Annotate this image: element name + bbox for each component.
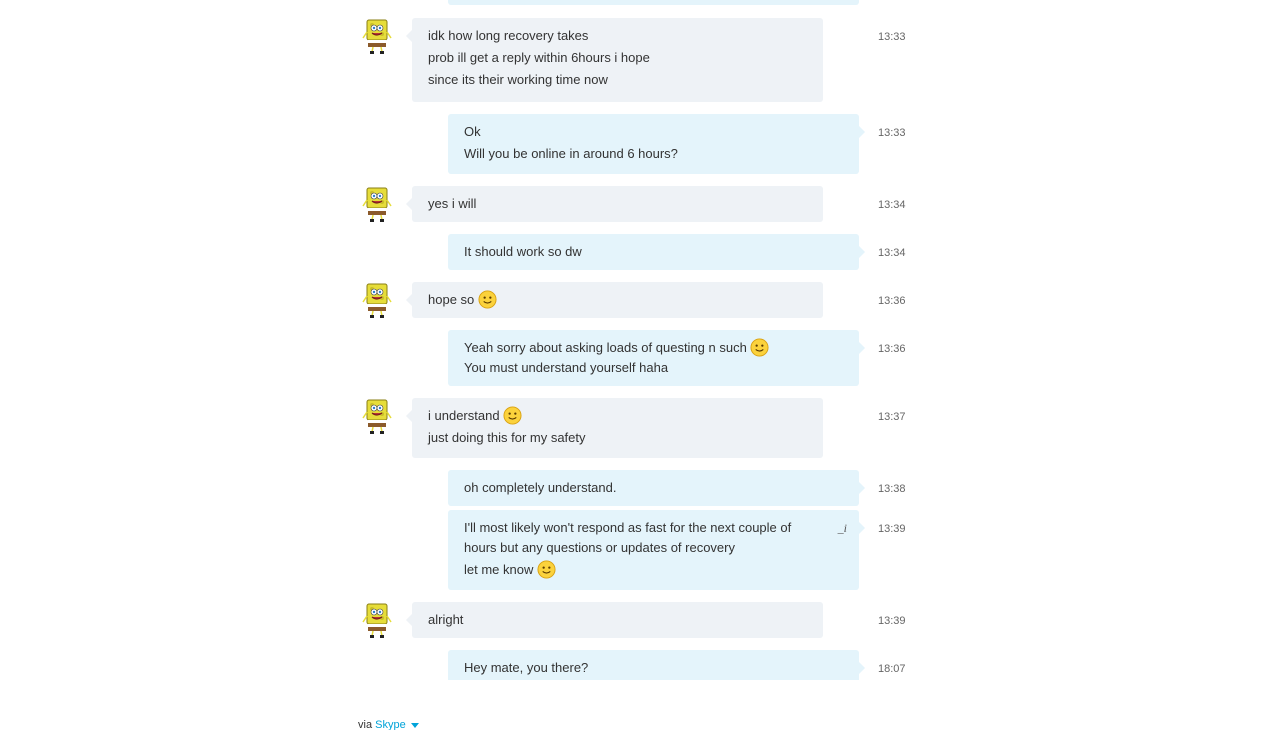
- message-timestamp: 13:33: [878, 31, 906, 43]
- message-text: just doing this for my safety: [428, 430, 586, 445]
- message-line: i understand: [428, 406, 807, 426]
- message-text: alright: [428, 612, 464, 627]
- message-bubble-outgoing: It should work so dw: [448, 234, 865, 270]
- spongebob-avatar[interactable]: [362, 282, 392, 318]
- via-footer: via Skype: [358, 718, 419, 730]
- message-text: yes i will: [428, 196, 477, 211]
- skype-link[interactable]: Skype: [375, 719, 406, 730]
- spongebob-avatar[interactable]: [362, 18, 392, 54]
- chat-window: idk how long recovery takes prob ill get…: [0, 0, 1272, 730]
- message-timestamp: 13:36: [878, 295, 906, 307]
- message-bubble-incoming: yes i will: [406, 186, 823, 222]
- message-timestamp: 13:37: [878, 411, 906, 423]
- message-timestamp: 13:34: [878, 199, 906, 211]
- message-timestamp: 13:39: [878, 615, 906, 627]
- message-text: Ok: [464, 124, 481, 139]
- message-text: idk how long recovery takes: [428, 28, 589, 43]
- spongebob-avatar[interactable]: [362, 398, 392, 434]
- message-text: Yeah sorry about asking loads of questin…: [464, 340, 747, 355]
- conversation-history: idk how long recovery takes prob ill get…: [0, 0, 1272, 680]
- chevron-down-icon[interactable]: [410, 722, 419, 728]
- message-line: Yeah sorry about asking loads of questin…: [464, 338, 843, 358]
- message-bubble-outgoing: Yeah sorry about asking loads of questin…: [448, 330, 865, 386]
- message-text: I'll most likely won't respond as fast f…: [464, 520, 792, 555]
- message-text: let me know: [464, 562, 534, 577]
- smile-emoji-icon: [503, 406, 522, 425]
- spongebob-avatar[interactable]: [362, 186, 392, 222]
- message-text: oh completely understand.: [464, 480, 617, 495]
- message-bubble-incoming: alright: [406, 602, 823, 638]
- spongebob-avatar[interactable]: [362, 602, 392, 638]
- edited-pencil-icon[interactable]: _i: [838, 518, 847, 538]
- message-bubble-incoming: i understand just doing this for my safe…: [406, 398, 823, 458]
- message-timestamp: 13:39: [878, 523, 906, 535]
- message-bubble-outgoing-partial: [448, 0, 859, 5]
- message-text: hope so: [428, 292, 475, 307]
- message-text: i understand: [428, 408, 500, 423]
- message-text: since its their working time now: [428, 72, 608, 87]
- message-bubble-outgoing: oh completely understand.: [448, 470, 865, 506]
- message-bubble-outgoing: Hey mate, you there?: [448, 650, 865, 680]
- message-bubble-incoming: hope so: [406, 282, 823, 318]
- message-timestamp: 18:07: [878, 663, 906, 675]
- message-timestamp: 13:33: [878, 127, 906, 139]
- smile-emoji-icon: [478, 290, 497, 309]
- smile-emoji-icon: [537, 560, 556, 579]
- message-line: let me know: [464, 560, 819, 580]
- message-text: prob ill get a reply within 6hours i hop…: [428, 50, 650, 65]
- message-text: You must understand yourself haha: [464, 360, 669, 375]
- message-timestamp: 13:36: [878, 343, 906, 355]
- message-timestamp: 13:34: [878, 247, 906, 259]
- via-label: via: [358, 719, 373, 730]
- message-text: It should work so dw: [464, 244, 582, 259]
- message-bubble-outgoing: I'll most likely won't respond as fast f…: [448, 510, 865, 590]
- message-text: Will you be online in around 6 hours?: [464, 146, 678, 161]
- message-bubble-outgoing: Ok Will you be online in around 6 hours?: [448, 114, 865, 174]
- message-timestamp: 13:38: [878, 483, 906, 495]
- message-line: hope so: [428, 290, 807, 310]
- smile-emoji-icon: [750, 338, 769, 357]
- message-text: Hey mate, you there?: [464, 660, 589, 675]
- message-bubble-incoming: idk how long recovery takes prob ill get…: [406, 18, 823, 102]
